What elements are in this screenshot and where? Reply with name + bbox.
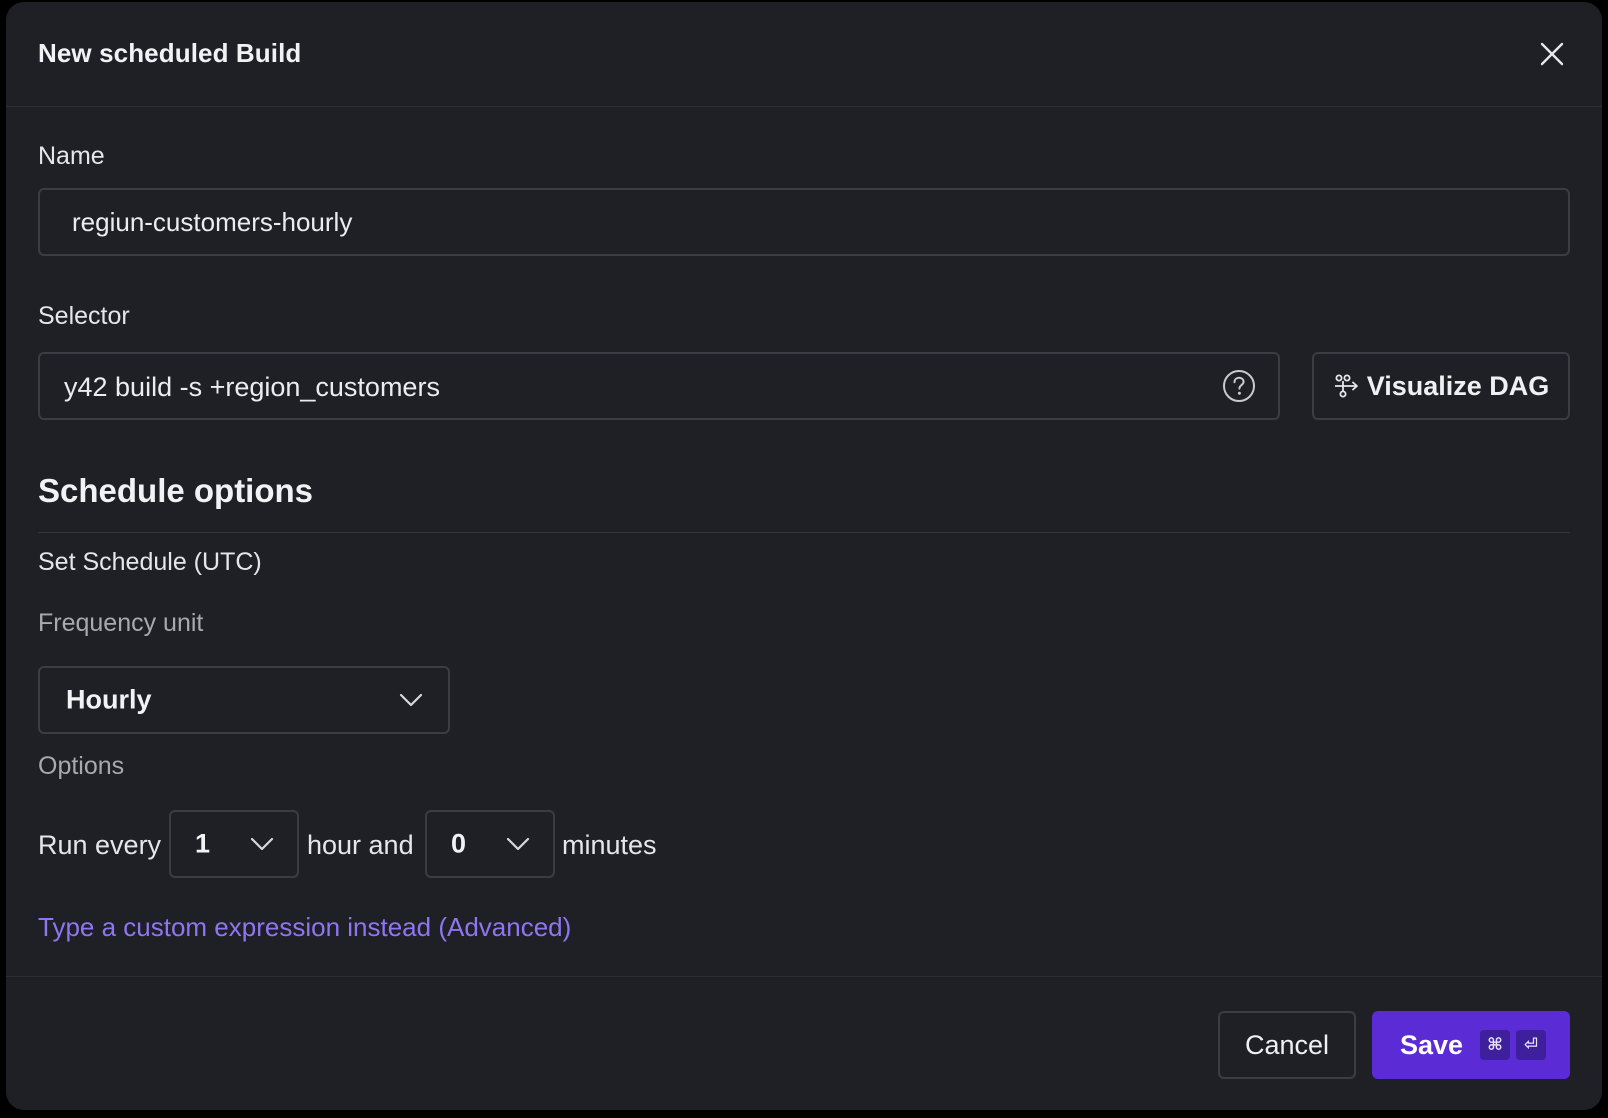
enter-key-icon: ⏎ bbox=[1516, 1030, 1546, 1060]
schedule-options-heading: Schedule options bbox=[38, 472, 314, 509]
visualize-dag-label: Visualize DAG bbox=[1366, 370, 1550, 401]
dialog-header: New scheduled Build bbox=[6, 2, 1602, 107]
chevron-down-icon bbox=[249, 836, 275, 852]
chevron-down-icon bbox=[505, 836, 531, 852]
hours-select[interactable]: 1 bbox=[169, 810, 299, 878]
set-schedule-label: Set Schedule (UTC) bbox=[38, 548, 262, 576]
selector-input[interactable] bbox=[40, 354, 1216, 420]
command-key-icon: ⌘ bbox=[1480, 1030, 1510, 1060]
selector-field bbox=[38, 352, 1280, 420]
dialog-title: New scheduled Build bbox=[38, 38, 302, 68]
minutes-select[interactable]: 0 bbox=[425, 810, 555, 878]
minutes-value: 0 bbox=[451, 828, 467, 859]
selector-label: Selector bbox=[38, 302, 130, 330]
options-label: Options bbox=[38, 752, 125, 780]
frequency-unit-select[interactable]: Hourly bbox=[38, 666, 450, 734]
name-label: Name bbox=[38, 142, 105, 170]
save-button[interactable]: Save ⌘ ⏎ bbox=[1372, 1011, 1570, 1079]
minutes-text: minutes bbox=[562, 830, 657, 860]
hours-value: 1 bbox=[195, 828, 211, 859]
dag-icon bbox=[1333, 373, 1361, 399]
save-label: Save bbox=[1400, 1029, 1464, 1060]
question-circle-icon[interactable] bbox=[1222, 369, 1256, 403]
run-every-text: Run every bbox=[38, 830, 162, 860]
frequency-unit-value: Hourly bbox=[66, 684, 152, 715]
section-divider bbox=[38, 532, 1570, 533]
custom-expression-link[interactable]: Type a custom expression instead (Advanc… bbox=[38, 912, 571, 943]
chevron-down-icon bbox=[398, 692, 424, 708]
scheduled-build-dialog: New scheduled Build Name Selector bbox=[6, 2, 1602, 1110]
close-icon[interactable] bbox=[1536, 38, 1568, 70]
cancel-button[interactable]: Cancel bbox=[1218, 1011, 1356, 1079]
name-input[interactable] bbox=[38, 188, 1570, 256]
visualize-dag-button[interactable]: Visualize DAG bbox=[1312, 352, 1570, 420]
hour-and-text: hour and bbox=[307, 830, 414, 860]
dialog-footer: Cancel Save ⌘ ⏎ bbox=[6, 976, 1602, 1110]
frequency-unit-label: Frequency unit bbox=[38, 609, 204, 637]
